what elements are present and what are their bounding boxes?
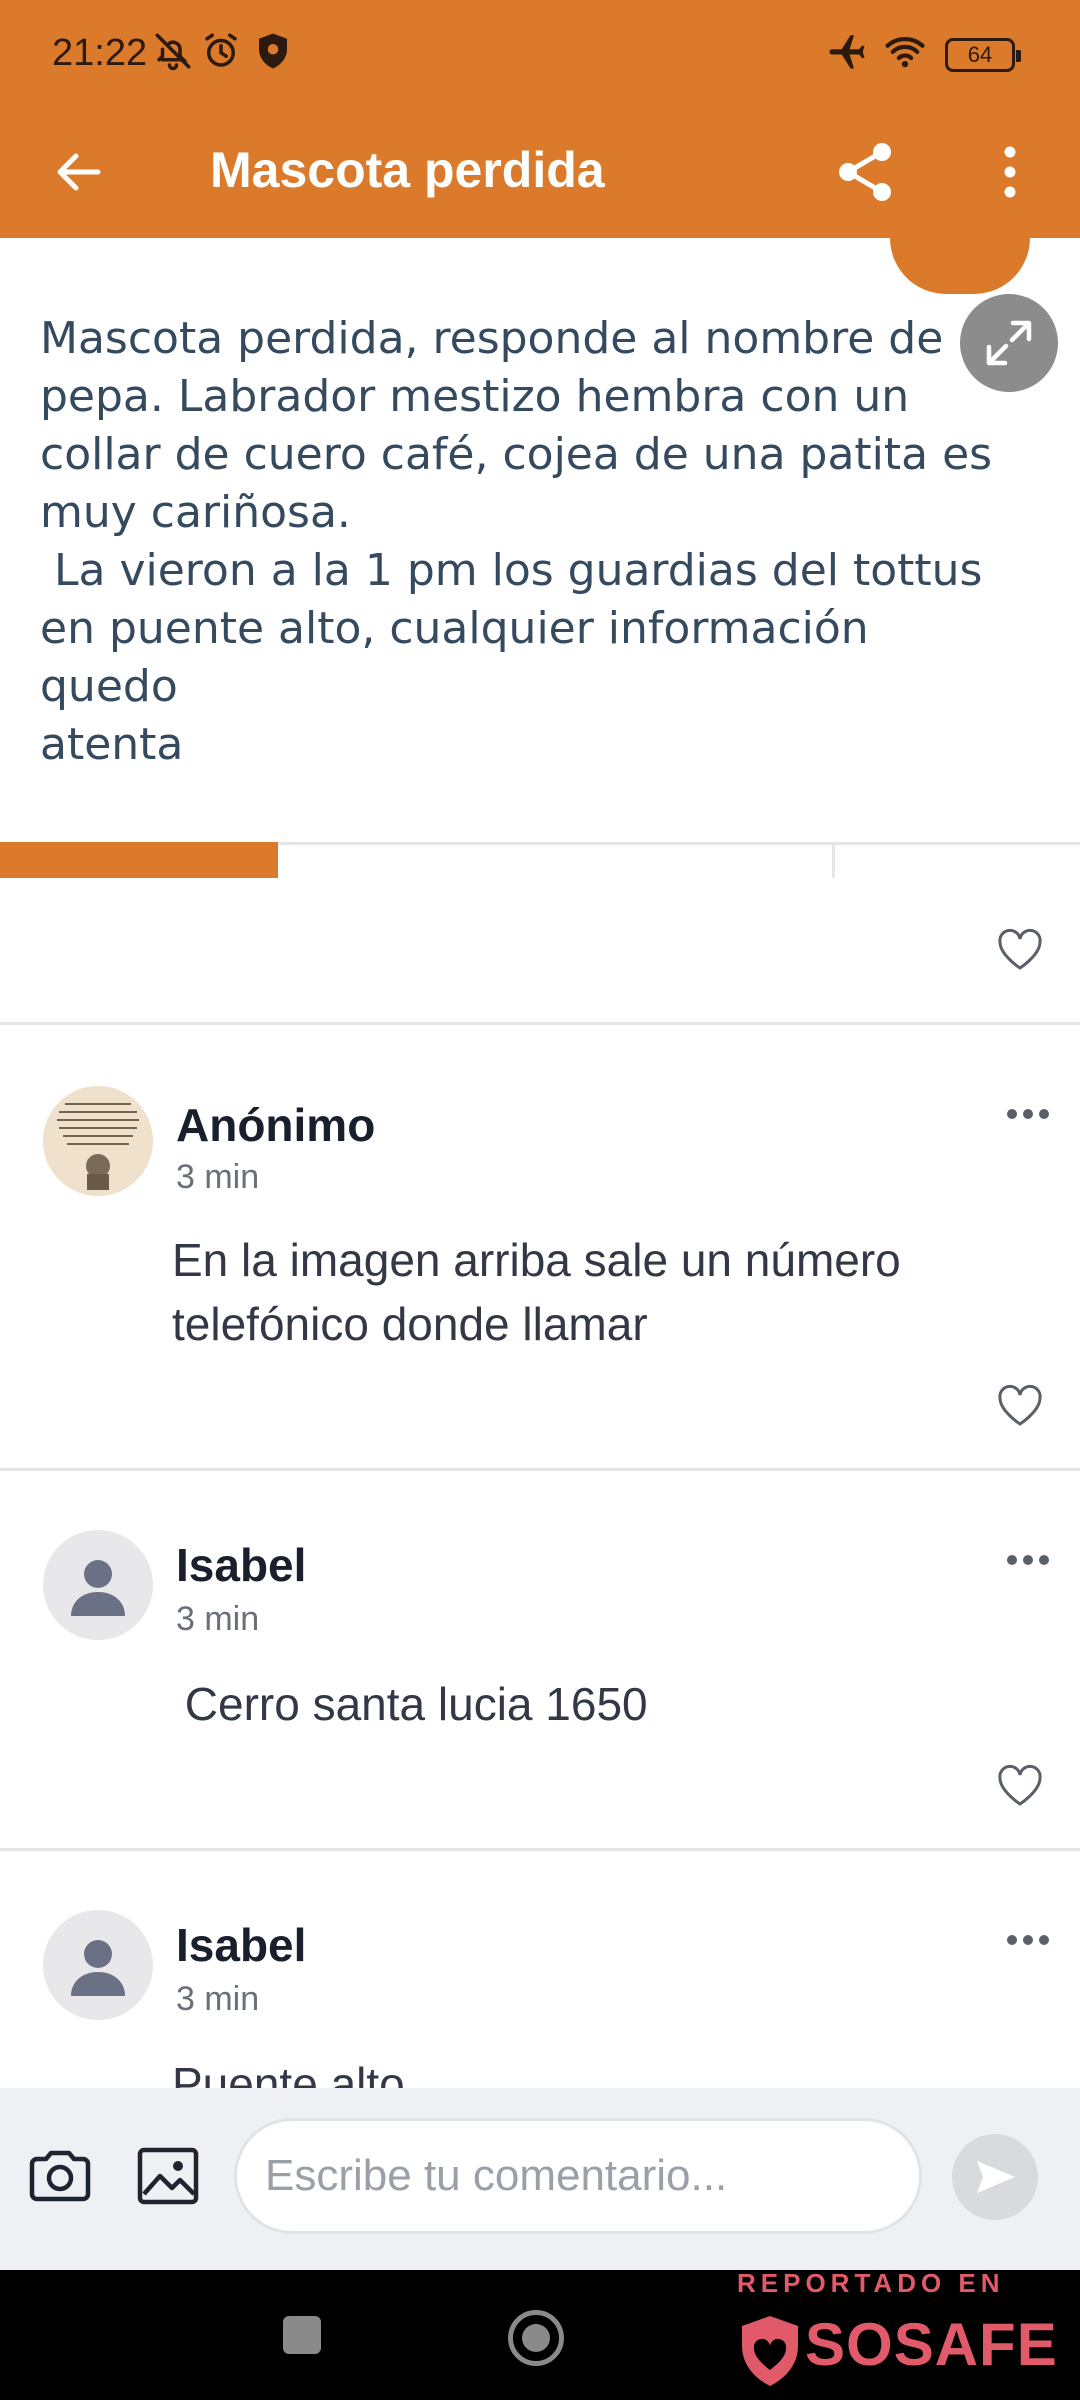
comment-input[interactable]: Escribe tu comentario... xyxy=(234,2118,922,2234)
sosafe-shield-icon xyxy=(742,2316,798,2386)
comment-composer: Escribe tu comentario... xyxy=(0,2088,1080,2270)
alarm-icon xyxy=(205,33,237,67)
comment-author: Anónimo xyxy=(176,1099,376,1151)
watermark-brand: SOSAFE xyxy=(805,2311,1058,2378)
comment-body: Cerro santa lucia 1650 xyxy=(172,1678,648,1730)
heart-outline-icon[interactable] xyxy=(996,928,1044,972)
app-bar: 21:22 64 Mascota perdida xyxy=(0,0,1080,238)
send-button[interactable] xyxy=(952,2134,1038,2220)
pager-divider xyxy=(832,842,835,878)
battery-icon: 64 xyxy=(945,38,1021,72)
shield-icon xyxy=(259,33,287,69)
post-text: Mascota perdida, responde al nombre de p… xyxy=(40,313,993,770)
user-icon xyxy=(71,1560,125,1616)
pager-indicator xyxy=(0,842,278,878)
arrow-left-icon[interactable] xyxy=(40,132,120,212)
image-avatar-icon xyxy=(43,1086,153,1196)
divider xyxy=(0,1848,1080,1851)
page-title: Mascota perdida xyxy=(210,142,605,198)
share-icon[interactable] xyxy=(830,132,900,212)
divider xyxy=(0,1022,1080,1025)
bell-off-icon xyxy=(155,33,191,71)
image-edge xyxy=(890,238,1030,294)
avatar[interactable] xyxy=(43,1086,153,1196)
comment-author: Isabel xyxy=(176,1539,307,1591)
avatar[interactable] xyxy=(43,1910,153,2020)
camera-icon[interactable] xyxy=(24,2140,96,2212)
comment-item: Isabel 3 min Puente alto xyxy=(0,1910,1080,2088)
heart-outline-icon[interactable] xyxy=(996,1384,1044,1428)
post-card: Mascota perdida, responde al nombre de p… xyxy=(0,238,1080,878)
wifi-icon xyxy=(885,37,925,68)
comment-time: 3 min xyxy=(176,1980,260,2018)
expand-icon xyxy=(986,320,1032,366)
divider xyxy=(0,1468,1080,1471)
comment-author: Isabel xyxy=(176,1919,307,1971)
home-button[interactable] xyxy=(508,2310,564,2366)
status-time: 21:22 xyxy=(52,32,148,74)
toolbar: Mascota perdida xyxy=(0,110,1080,238)
status-bar: 21:22 64 xyxy=(0,0,1080,110)
comment-time: 3 min xyxy=(176,1600,260,1638)
recents-button[interactable] xyxy=(283,2316,321,2354)
heart-outline-icon[interactable] xyxy=(996,1764,1044,1808)
comment-time: 3 min xyxy=(176,1158,260,1196)
battery-level: 64 xyxy=(967,42,993,67)
expand-button[interactable] xyxy=(960,294,1058,392)
more-horizontal-icon[interactable] xyxy=(1006,1932,1050,1948)
more-horizontal-icon[interactable] xyxy=(1006,1552,1050,1568)
send-icon xyxy=(977,2161,1015,2193)
comment-body: En la imagen arriba sale un número telef… xyxy=(172,1234,901,1350)
airplane-icon xyxy=(829,35,865,69)
comment-body: Puente alto xyxy=(172,2058,405,2088)
more-horizontal-icon[interactable] xyxy=(1006,1106,1050,1122)
image-icon[interactable] xyxy=(134,2140,202,2212)
user-icon xyxy=(71,1940,125,1996)
avatar[interactable] xyxy=(43,1530,153,1640)
more-vertical-icon[interactable] xyxy=(980,132,1040,212)
watermark-caption: REPORTADO EN xyxy=(737,2268,1005,2298)
